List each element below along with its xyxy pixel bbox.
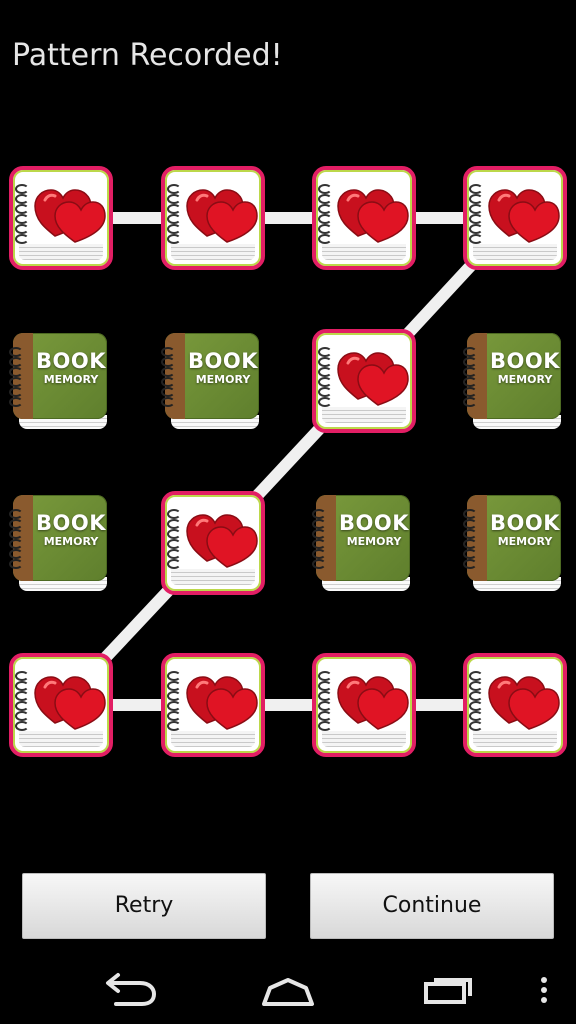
- book-title: BOOK: [36, 349, 106, 373]
- pattern-line-diagonal: [55, 212, 521, 711]
- hearts-icon: [183, 509, 259, 569]
- spiral-rings: [9, 509, 25, 571]
- pattern-dot-selected[interactable]: [9, 653, 113, 757]
- notebook-pages: [322, 244, 406, 260]
- pattern-dot-selected[interactable]: [161, 166, 265, 270]
- notebook-pages: [473, 731, 557, 747]
- back-icon[interactable]: [98, 970, 160, 1010]
- spiral-rings: [9, 347, 25, 409]
- hearts-icon: [334, 347, 410, 407]
- notebook-pages: [171, 244, 255, 260]
- spiral-rings: [15, 184, 31, 246]
- pattern-dot-unselected[interactable]: BOOK MEMORY: [463, 491, 567, 595]
- pattern-dot-selected[interactable]: [312, 329, 416, 433]
- hearts-icon: [334, 184, 410, 244]
- spiral-rings: [318, 347, 334, 409]
- book-subtitle: MEMORY: [497, 373, 553, 386]
- hearts-icon: [183, 184, 259, 244]
- pattern-dot-selected[interactable]: [161, 653, 265, 757]
- pattern-dot-unselected[interactable]: BOOK MEMORY: [9, 491, 113, 595]
- hearts-notebook-icon: [161, 166, 265, 270]
- pattern-grid[interactable]: BOOK MEMORY BOOK MEMORY BOOK MEMORY BOOK MEMORY…: [0, 0, 576, 860]
- notebook-pages: [473, 244, 557, 260]
- spiral-rings: [318, 671, 334, 733]
- overflow-menu-icon[interactable]: [536, 970, 552, 1010]
- pattern-dot-unselected[interactable]: BOOK MEMORY: [9, 329, 113, 433]
- home-icon[interactable]: [256, 970, 320, 1010]
- spiral-rings: [312, 509, 328, 571]
- pattern-dot-selected[interactable]: [463, 166, 567, 270]
- hearts-notebook-icon: [463, 653, 567, 757]
- book-subtitle: MEMORY: [497, 535, 553, 548]
- hearts-notebook-icon: [312, 329, 416, 433]
- book-subtitle: MEMORY: [43, 373, 99, 386]
- book-memory-icon: BOOK MEMORY: [9, 329, 113, 433]
- notebook-pages: [19, 731, 103, 747]
- hearts-notebook-icon: [161, 491, 265, 595]
- spiral-rings: [167, 509, 183, 571]
- continue-button[interactable]: Continue: [310, 873, 554, 939]
- hearts-icon: [485, 184, 561, 244]
- notebook-pages: [171, 569, 255, 585]
- hearts-notebook-icon: [161, 653, 265, 757]
- recents-icon[interactable]: [420, 970, 480, 1010]
- retry-button[interactable]: Retry: [22, 873, 266, 939]
- hearts-icon: [183, 671, 259, 731]
- notebook-pages: [322, 407, 406, 423]
- book-subtitle: MEMORY: [195, 373, 251, 386]
- spiral-rings: [469, 184, 485, 246]
- navigation-bar: [0, 952, 576, 1024]
- book-memory-icon: BOOK MEMORY: [9, 491, 113, 595]
- pattern-dot-selected[interactable]: [463, 653, 567, 757]
- pattern-dot-selected[interactable]: [161, 491, 265, 595]
- book-title: BOOK: [339, 511, 409, 535]
- pattern-dot-selected[interactable]: [9, 166, 113, 270]
- book-memory-icon: BOOK MEMORY: [463, 491, 567, 595]
- hearts-notebook-icon: [463, 166, 567, 270]
- pattern-dot-unselected[interactable]: BOOK MEMORY: [161, 329, 265, 433]
- book-memory-icon: BOOK MEMORY: [463, 329, 567, 433]
- notebook-pages: [322, 731, 406, 747]
- hearts-icon: [334, 671, 410, 731]
- book-memory-icon: BOOK MEMORY: [161, 329, 265, 433]
- book-title: BOOK: [36, 511, 106, 535]
- notebook-pages: [171, 731, 255, 747]
- spiral-rings: [463, 347, 479, 409]
- spiral-rings: [15, 671, 31, 733]
- book-subtitle: MEMORY: [346, 535, 402, 548]
- book-title: BOOK: [490, 349, 560, 373]
- hearts-icon: [485, 671, 561, 731]
- spiral-rings: [167, 184, 183, 246]
- book-title: BOOK: [490, 511, 560, 535]
- spiral-rings: [469, 671, 485, 733]
- pattern-dot-unselected[interactable]: BOOK MEMORY: [463, 329, 567, 433]
- hearts-notebook-icon: [312, 653, 416, 757]
- hearts-notebook-icon: [9, 166, 113, 270]
- hearts-icon: [31, 671, 107, 731]
- book-subtitle: MEMORY: [43, 535, 99, 548]
- spiral-rings: [167, 671, 183, 733]
- hearts-icon: [31, 184, 107, 244]
- pattern-dot-unselected[interactable]: BOOK MEMORY: [312, 491, 416, 595]
- hearts-notebook-icon: [312, 166, 416, 270]
- notebook-pages: [19, 244, 103, 260]
- book-memory-icon: BOOK MEMORY: [312, 491, 416, 595]
- spiral-rings: [463, 509, 479, 571]
- pattern-dot-selected[interactable]: [312, 653, 416, 757]
- spiral-rings: [318, 184, 334, 246]
- hearts-notebook-icon: [9, 653, 113, 757]
- book-title: BOOK: [188, 349, 258, 373]
- spiral-rings: [161, 347, 177, 409]
- pattern-dot-selected[interactable]: [312, 166, 416, 270]
